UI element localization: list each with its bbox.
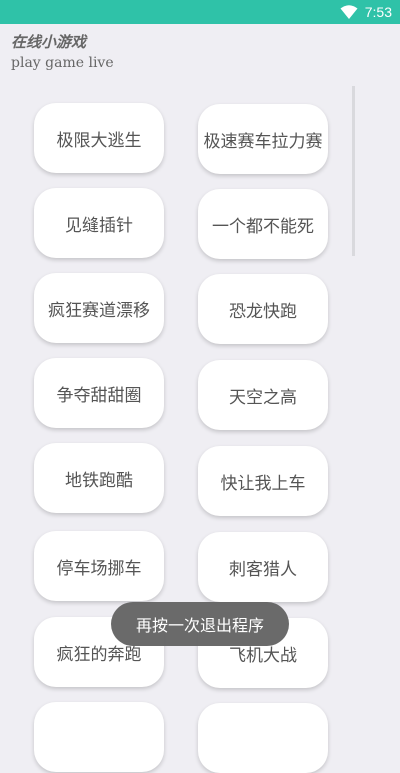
- game-button-none-can-die[interactable]: 一个都不能死: [198, 189, 328, 259]
- game-button-parking-lot[interactable]: 停车场挪车: [34, 531, 164, 601]
- app-title: 在线小游戏: [11, 33, 87, 51]
- game-button-speed-rally[interactable]: 极速赛车拉力赛: [198, 104, 328, 174]
- game-button-subway-run[interactable]: 地铁跑酷: [34, 443, 164, 513]
- game-button-assassin-hunter[interactable]: 刺客猎人: [198, 532, 328, 602]
- game-button-dino-run[interactable]: 恐龙快跑: [198, 274, 328, 344]
- game-button-partial[interactable]: [198, 703, 328, 773]
- game-button-donut-grab[interactable]: 争夺甜甜圈: [34, 358, 164, 428]
- app-subtitle: play game live: [11, 55, 114, 71]
- game-button-sky-high[interactable]: 天空之高: [198, 360, 328, 430]
- status-time: 7:53: [364, 4, 392, 20]
- game-button-partial[interactable]: [34, 702, 164, 772]
- exit-toast: 再按一次退出程序: [111, 602, 289, 646]
- game-button-let-me-board[interactable]: 快让我上车: [198, 446, 328, 516]
- status-bar: 7:53: [0, 0, 400, 24]
- wifi-icon: [340, 5, 358, 19]
- game-button-drift-track[interactable]: 疯狂赛道漂移: [34, 273, 164, 343]
- game-button-extreme-escape[interactable]: 极限大逃生: [34, 103, 164, 173]
- game-button-pin-gap[interactable]: 见缝插针: [34, 188, 164, 258]
- scrollbar[interactable]: [352, 86, 355, 256]
